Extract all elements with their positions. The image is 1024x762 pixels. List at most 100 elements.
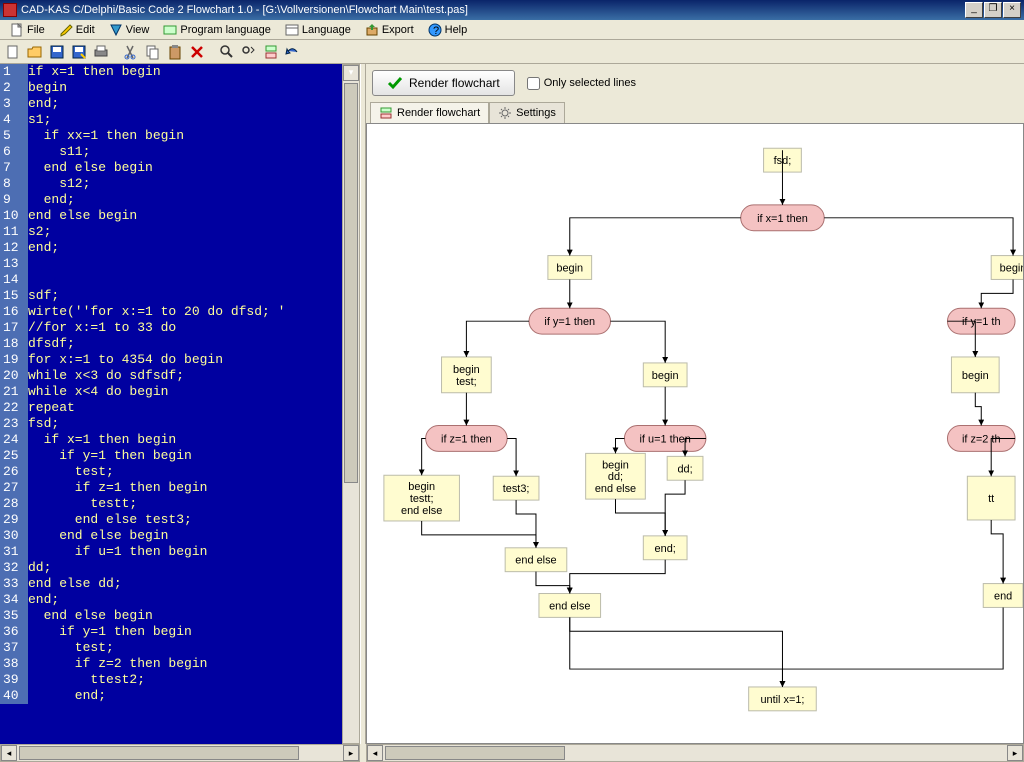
window-buttons: _ ❐ × [965, 2, 1021, 18]
menu-help[interactable]: ?Help [422, 21, 474, 39]
svg-text:end: end [994, 590, 1012, 602]
tool-save[interactable] [48, 43, 66, 61]
only-selected-checkbox[interactable]: Only selected lines [527, 77, 636, 90]
svg-text:begin: begin [1000, 262, 1023, 274]
scroll-right-button[interactable]: ▸ [343, 745, 359, 761]
tool-find[interactable] [218, 43, 236, 61]
svg-text:begin: begin [556, 262, 583, 274]
paste-icon [167, 44, 183, 60]
print-icon [93, 44, 109, 60]
title-text: CAD-KAS C/Delphi/Basic Code 2 Flowchart … [21, 4, 468, 16]
svg-text:if x=1 then: if x=1 then [757, 213, 808, 225]
language-icon [285, 23, 299, 37]
scroll-down-button[interactable]: ▾ [343, 65, 359, 81]
tab-render-flowchart[interactable]: Render flowchart [370, 102, 489, 123]
scroll-left-button[interactable]: ◂ [367, 745, 383, 761]
delete-icon [189, 44, 205, 60]
svg-text:if y=1 then: if y=1 then [544, 316, 595, 328]
check-icon [387, 75, 403, 91]
save-icon [49, 44, 65, 60]
line-gutter: 1234567891011121314151617181920212223242… [0, 64, 28, 704]
svg-text:begin: begin [962, 370, 989, 382]
saveas-icon [71, 44, 87, 60]
menu-edit[interactable]: Edit [53, 21, 101, 39]
svg-text:?: ? [433, 25, 439, 37]
svg-text:begin: begin [652, 370, 679, 382]
titlebar: CAD-KAS C/Delphi/Basic Code 2 Flowchart … [0, 0, 1024, 20]
svg-text:dd;: dd; [608, 471, 623, 483]
maximize-button[interactable]: ❐ [984, 2, 1002, 18]
scroll-right-button[interactable]: ▸ [1007, 745, 1023, 761]
edit-icon [59, 23, 73, 37]
settings-icon [498, 106, 512, 120]
code-editor[interactable]: 1234567891011121314151617181920212223242… [0, 64, 360, 744]
tool-undo[interactable] [284, 43, 302, 61]
tabs: Render flowchart Settings [366, 102, 1024, 123]
svg-text:begin: begin [602, 459, 629, 471]
tool-new[interactable] [4, 43, 22, 61]
render-bar: Render flowchart Only selected lines [366, 64, 1024, 102]
svg-text:if z=1 then: if z=1 then [441, 433, 492, 445]
menu-language[interactable]: Language [279, 21, 357, 39]
code-scrollbar-h[interactable]: ◂ ▸ [0, 744, 360, 762]
tool-paste[interactable] [166, 43, 184, 61]
menu-view[interactable]: View [103, 21, 156, 39]
right-pane: Render flowchart Only selected lines Ren… [366, 64, 1024, 744]
export-icon [365, 23, 379, 37]
svg-text:end else: end else [595, 483, 636, 495]
app-icon [3, 3, 17, 17]
only-selected-input[interactable] [527, 77, 540, 90]
cut-icon [123, 44, 139, 60]
program-language-icon [163, 23, 177, 37]
scroll-thumb-v[interactable] [344, 83, 358, 483]
tool-print[interactable] [92, 43, 110, 61]
svg-text:end;: end; [655, 543, 676, 555]
svg-text:end else: end else [401, 505, 442, 517]
toolbar [0, 40, 1024, 64]
file-icon [10, 23, 24, 37]
main-area: 1234567891011121314151617181920212223242… [0, 64, 1024, 744]
svg-text:end else: end else [549, 600, 590, 612]
svg-text:begin: begin [408, 481, 435, 493]
tool-copy[interactable] [144, 43, 162, 61]
code-scrollbar-v[interactable]: ▴ ▾ [342, 64, 360, 744]
replace-icon [241, 44, 257, 60]
tool-open[interactable] [26, 43, 44, 61]
svg-text:if z=2 th: if z=2 th [962, 433, 1001, 445]
menu-file[interactable]: File [4, 21, 51, 39]
tab-settings[interactable]: Settings [489, 102, 565, 123]
menu-program-language[interactable]: Program language [157, 21, 277, 39]
scroll-thumb-h[interactable] [19, 746, 299, 760]
svg-text:test3;: test3; [503, 483, 530, 495]
svg-text:begin: begin [453, 364, 480, 376]
undo-icon [285, 44, 301, 60]
svg-text:tt: tt [988, 493, 994, 505]
tool-replace[interactable] [240, 43, 258, 61]
scroll-thumb-h[interactable] [385, 746, 565, 760]
close-button[interactable]: × [1003, 2, 1021, 18]
svg-text:if y=1 th: if y=1 th [962, 316, 1001, 328]
render-icon [263, 44, 279, 60]
svg-text:test;: test; [456, 376, 477, 388]
open-icon [27, 44, 43, 60]
render-button[interactable]: Render flowchart [372, 70, 515, 96]
svg-text:end else: end else [515, 555, 556, 567]
view-icon [109, 23, 123, 37]
help-icon: ? [428, 23, 442, 37]
minimize-button[interactable]: _ [965, 2, 983, 18]
svg-text:until x=1;: until x=1; [760, 694, 804, 706]
tool-delete[interactable] [188, 43, 206, 61]
tool-render[interactable] [262, 43, 280, 61]
svg-text:testt;: testt; [410, 493, 434, 505]
tool-cut[interactable] [122, 43, 140, 61]
scroll-left-button[interactable]: ◂ [1, 745, 17, 761]
svg-text:if u=1 then: if u=1 then [640, 433, 691, 445]
flowchart-canvas[interactable]: fsd;if x=1 thenbeginif y=1 thenbegintest… [366, 123, 1024, 744]
flowchart-scrollbar-h[interactable]: ◂ ▸ [366, 744, 1024, 762]
code-text[interactable]: if x=1 then beginbeginend;s1; if xx=1 th… [28, 64, 360, 704]
new-icon [5, 44, 21, 60]
flowchart-icon [379, 106, 393, 120]
tool-saveas[interactable] [70, 43, 88, 61]
menu-export[interactable]: Export [359, 21, 420, 39]
flowchart-svg: fsd;if x=1 thenbeginif y=1 thenbegintest… [367, 124, 1023, 743]
